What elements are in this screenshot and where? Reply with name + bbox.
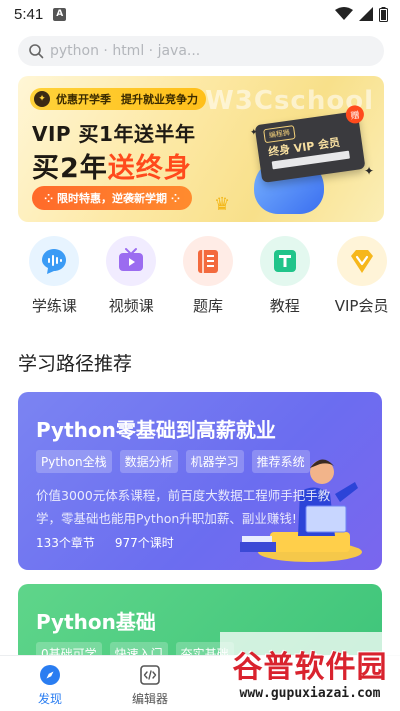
tag-chip: 推荐系统	[251, 450, 310, 473]
tutorial-icon	[273, 250, 296, 272]
site-watermark: 谷普软件园 www.gupuxiazai.com	[220, 632, 400, 711]
notification-a-icon: A	[53, 7, 67, 21]
card-tags: Python全栈 数据分析 机器学习 推荐系统	[36, 450, 310, 473]
nav-label: 发现	[37, 692, 62, 706]
vip-card-illustration: 编程狮 终身 VIP 会员 赠	[254, 104, 366, 183]
status-icons	[335, 6, 388, 22]
card-title: Python零基础到高薪就业	[36, 418, 276, 442]
sparkle-icon: ✦	[364, 164, 375, 178]
banner-headline-2: 买2年送终身	[32, 146, 192, 185]
brand-logo-icon: ✦	[34, 91, 50, 107]
nav-discover[interactable]: 发现	[0, 656, 100, 711]
nav-label: 编辑器	[131, 692, 168, 706]
vip-diamond-icon	[350, 250, 373, 273]
learning-path-card[interactable]: Python零基础到高薪就业 Python全栈 数据分析 机器学习 推荐系统 价…	[18, 392, 382, 570]
card-title: Python基础	[36, 610, 156, 634]
category-icon-wrap	[106, 236, 157, 286]
category-label: 学练课	[31, 297, 77, 315]
sparkle-icon: ✦	[250, 128, 258, 138]
banner-tag: ✦ 优惠开学季 提升就业竞争力	[30, 88, 206, 110]
site-watermark-url: www.gupuxiazai.com	[239, 686, 381, 701]
category-question-bank[interactable]: 题库	[170, 236, 247, 320]
card-stats: 133个章节 977个课时	[36, 534, 174, 551]
tag-chip: Python全栈	[36, 450, 112, 473]
site-watermark-title: 谷普软件园	[232, 650, 388, 685]
code-editor-icon	[140, 665, 160, 685]
tag-chip: 机器学习	[185, 450, 244, 473]
tv-icon	[119, 248, 144, 271]
category-label: VIP会员	[334, 297, 389, 315]
category-label: 题库	[192, 297, 223, 315]
section-title: 学习路径推荐	[18, 353, 133, 375]
status-bar: 5:41 A	[0, 0, 400, 28]
battery-icon	[379, 6, 388, 22]
category-label: 教程	[269, 297, 300, 315]
question-bank-icon	[197, 250, 218, 273]
category-label: 视频课	[108, 297, 154, 315]
category-icon-wrap	[336, 236, 387, 286]
banner-tag-brand: 优惠开学季	[56, 93, 111, 106]
banner-tag-slogan: 提升就业竞争力	[121, 93, 198, 106]
category-tutorial[interactable]: 教程	[246, 236, 323, 320]
category-video[interactable]: 视频课	[93, 236, 170, 320]
wifi-icon	[335, 7, 353, 20]
audio-wave-icon	[42, 249, 67, 274]
banner-headline-2-highlight: 送终身	[107, 153, 192, 184]
banner-headline-1: VIP 买1年送半年	[32, 122, 196, 146]
search-icon	[29, 44, 44, 59]
compass-icon	[40, 665, 60, 685]
banner-headline-2-prefix: 买2年	[32, 153, 108, 184]
tag-chip: 数据分析	[119, 450, 178, 473]
category-vip[interactable]: VIP会员	[323, 236, 400, 320]
card-description: 价值3000元体系课程，前百度大数据工程师手把手教学，零基础也能用Python升…	[36, 488, 331, 526]
category-practice[interactable]: 学练课	[16, 236, 93, 320]
search-bar[interactable]	[18, 36, 384, 66]
signal-icon	[359, 7, 373, 21]
category-icon-wrap	[182, 236, 233, 286]
lesson-count: 977个课时	[114, 536, 174, 550]
banner-cta-button[interactable]: ⁘ 限时特惠，逆袭新学期 ⁘	[32, 186, 193, 210]
crown-icon: ♛	[214, 194, 231, 215]
search-input[interactable]	[50, 43, 370, 59]
status-time: 5:41	[14, 5, 44, 23]
chapter-count: 133个章节	[36, 536, 95, 550]
promo-banner[interactable]: W3Cschool ✦ 优惠开学季 提升就业竞争力 VIP 买1年送半年 买2年…	[18, 76, 384, 222]
category-icon-wrap	[259, 236, 310, 286]
category-icon-wrap	[29, 236, 80, 286]
nav-editor[interactable]: 编辑器	[100, 656, 200, 711]
category-row: 学练课 视频课 题库 教程 VIP会员	[0, 236, 400, 320]
